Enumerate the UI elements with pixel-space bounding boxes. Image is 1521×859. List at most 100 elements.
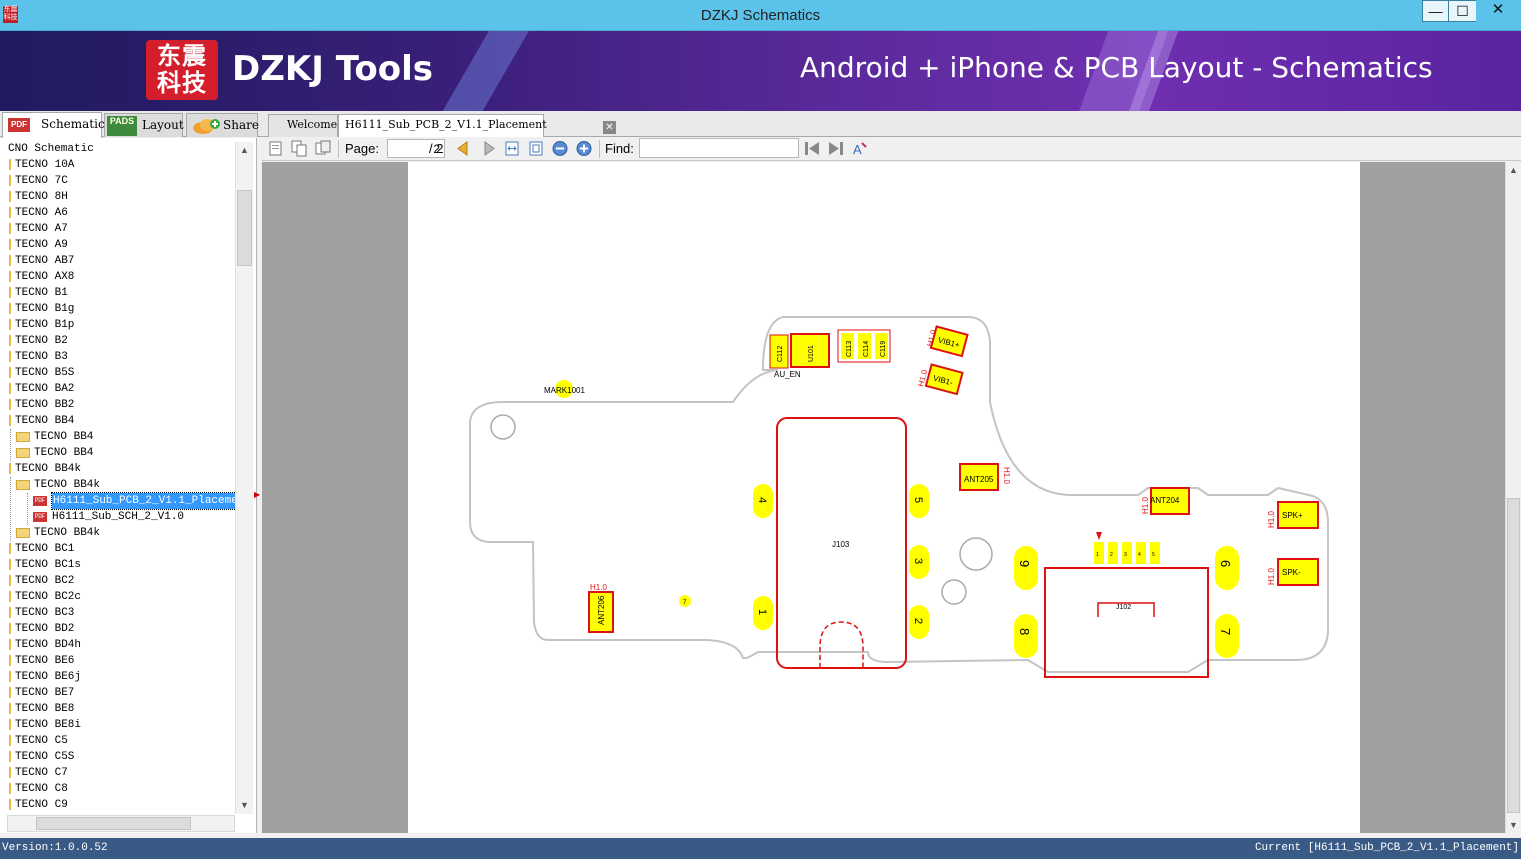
document-viewer[interactable]: MARK1001 C112 U101 AU_EN C113 C114 C119 …	[262, 162, 1505, 833]
tree-item-file[interactable]: PDF H6111_Sub_SCH_2_V1.0	[0, 509, 235, 525]
close-button[interactable]: ✕	[1476, 0, 1520, 22]
tree-item-folder[interactable]: TECNO BB4k	[0, 525, 235, 541]
tree-node-marker	[9, 751, 11, 762]
tree-item-label: TECNO C5	[15, 735, 68, 747]
tree-item[interactable]: TECNO BB4	[0, 413, 235, 429]
window-title: DZKJ Schematics	[700, 7, 821, 24]
pages-icon[interactable]	[315, 140, 331, 157]
tree-item[interactable]: TECNO C5S	[0, 749, 235, 765]
tree-vertical-scrollbar[interactable]: ▲ ▼	[235, 142, 253, 814]
tree-item[interactable]: TECNO BE8i	[0, 717, 235, 733]
label-h1: H1.0	[1267, 568, 1276, 585]
scroll-down-arrow[interactable]: ▼	[1506, 817, 1521, 833]
find-next-icon[interactable]	[828, 140, 844, 157]
tree-item[interactable]: TECNO BD2	[0, 621, 235, 637]
scroll-up-arrow[interactable]: ▲	[236, 142, 253, 159]
tree-item[interactable]: TECNO 10A	[0, 157, 235, 173]
tree-item[interactable]: TECNO B2	[0, 333, 235, 349]
tree-node-marker	[9, 735, 11, 746]
minimize-button[interactable]: —	[1422, 0, 1448, 22]
scroll-down-arrow[interactable]: ▼	[236, 797, 253, 814]
tree-item[interactable]: TECNO A9	[0, 237, 235, 253]
highlight-text-icon[interactable]: A	[852, 140, 868, 157]
tree-item[interactable]: TECNO BB2	[0, 397, 235, 413]
zoom-in-icon[interactable]	[576, 140, 592, 157]
mounting-hole	[941, 579, 967, 605]
tree-item[interactable]: TECNO B5S	[0, 365, 235, 381]
label-h1: H1.0	[1267, 511, 1276, 528]
find-previous-icon[interactable]	[804, 140, 820, 157]
tree-item[interactable]: TECNO BC2	[0, 573, 235, 589]
tree-item[interactable]: TECNO BA2	[0, 381, 235, 397]
viewer-vertical-scrollbar[interactable]: ▲ ▼	[1505, 162, 1521, 833]
tree-item[interactable]: TECNO B1g	[0, 301, 235, 317]
tree-item-folder[interactable]: TECNO BB4	[0, 445, 235, 461]
tree-item[interactable]: TECNO 8H	[0, 189, 235, 205]
next-page-icon[interactable]	[481, 140, 497, 157]
scroll-thumb[interactable]	[237, 190, 252, 266]
tab-label: Share	[223, 118, 259, 132]
scroll-up-arrow[interactable]: ▲	[1506, 162, 1521, 178]
tree-item-file[interactable]: PDF H6111_Sub_PCB_2_V1.1_Placement	[0, 492, 254, 510]
tree-item-label: TECNO BB4k	[34, 527, 101, 539]
tree-item-label: TECNO B3	[15, 351, 68, 363]
tree-node-marker	[9, 687, 11, 698]
tree-node-marker	[9, 463, 11, 474]
tree-item-label: H6111_Sub_SCH_2_V1.0	[52, 511, 185, 523]
tab-share[interactable]: Share	[186, 113, 259, 137]
scroll-thumb[interactable]	[36, 817, 191, 830]
tree-node-marker	[9, 719, 11, 730]
tree-item[interactable]: TECNO BC3	[0, 605, 235, 621]
tree-item[interactable]: TECNO C5	[0, 733, 235, 749]
tree-item[interactable]: TECNO B1	[0, 285, 235, 301]
copy-icon[interactable]	[291, 140, 307, 157]
tree-item[interactable]: TECNO A6	[0, 205, 235, 221]
tree-item-label: TECNO BB2	[15, 399, 75, 411]
tree-item[interactable]: TECNO B1p	[0, 317, 235, 333]
label-c113: C113	[846, 341, 853, 357]
fit-width-icon[interactable]	[504, 140, 520, 157]
maximize-button[interactable]: ☐	[1448, 0, 1476, 22]
tree-item[interactable]: TECNO BE8	[0, 701, 235, 717]
scroll-thumb[interactable]	[1507, 498, 1520, 813]
toolbar-separator	[338, 140, 339, 158]
open-document-icon[interactable]	[268, 140, 284, 157]
tree-item-folder[interactable]: TECNO BB4k	[0, 477, 235, 493]
panel-collapse-icon[interactable]: ▶	[254, 490, 260, 500]
tree-item[interactable]: TECNO 7C	[0, 173, 235, 189]
tab-schematic[interactable]: PDF Schematic	[2, 112, 105, 138]
tab-placement[interactable]: H6111_Sub_PCB_2_V1.1_Placement ✕	[338, 114, 616, 137]
tree-item[interactable]: TECNO BE6	[0, 653, 235, 669]
tree-item[interactable]: TECNO B3	[0, 349, 235, 365]
page-total: / 2	[429, 141, 444, 156]
tree-item[interactable]: TECNO BE6j	[0, 669, 235, 685]
zoom-out-icon[interactable]	[552, 140, 568, 157]
close-tab-icon[interactable]: ✕	[603, 121, 616, 134]
tree-item[interactable]: TECNO BB4k	[0, 461, 235, 477]
tree-item-folder[interactable]: TECNO BB4	[0, 429, 235, 445]
tree-item-label: TECNO C5S	[15, 751, 75, 763]
tree-item[interactable]: CNO Schematic	[0, 141, 235, 157]
find-input[interactable]	[639, 138, 799, 158]
tab-welcome[interactable]: Welcome	[268, 114, 338, 137]
tree-item-label: TECNO C9	[15, 799, 68, 811]
tree-item[interactable]: TECNO BC1s	[0, 557, 235, 573]
tree-item-label: TECNO B1p	[15, 319, 75, 331]
tree-item[interactable]: TECNO C8	[0, 781, 235, 797]
tab-layout[interactable]: PADS Layout	[104, 113, 184, 137]
tree-item[interactable]: TECNO BE7	[0, 685, 235, 701]
tree-item[interactable]: TECNO C9	[0, 797, 235, 813]
tree-item[interactable]: TECNO AB7	[0, 253, 235, 269]
tree-item[interactable]: TECNO BD4h	[0, 637, 235, 653]
tree-item[interactable]: TECNO C7	[0, 765, 235, 781]
folder-open-icon	[16, 480, 30, 490]
tree-item[interactable]: TECNO BC2c	[0, 589, 235, 605]
tree-item[interactable]: TECNO BC1	[0, 541, 235, 557]
tree-item[interactable]: TECNO AX8	[0, 269, 235, 285]
tree-horizontal-scrollbar[interactable]	[7, 815, 235, 832]
tree-node-marker	[9, 287, 11, 298]
document-tabs: Welcome H6111_Sub_PCB_2_V1.1_Placement ✕	[262, 111, 1521, 137]
fit-page-icon[interactable]	[528, 140, 544, 157]
previous-page-icon[interactable]	[455, 140, 471, 157]
tree-item[interactable]: TECNO A7	[0, 221, 235, 237]
